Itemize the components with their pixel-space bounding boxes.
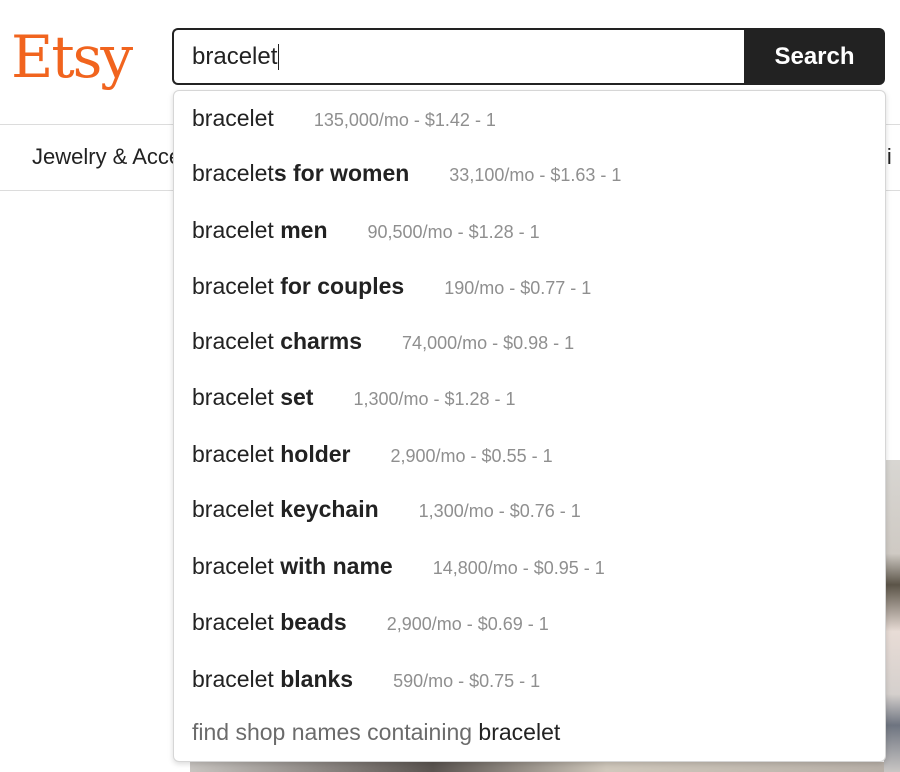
suggestion-term: bracelet [192,105,274,131]
suggestion-stats: 190/mo - $0.77 - 1 [444,278,592,298]
suggestion-item[interactable]: bracelet for couples 190/mo - $0.77 - 1 [192,273,591,300]
suggestion-stats: 1,300/mo - $0.76 - 1 [418,501,581,521]
text-caret [278,43,280,70]
suggestion-term: bracelet blanks [192,666,354,692]
suggestion-stats: 590/mo - $0.75 - 1 [393,671,541,691]
search-suggestions-dropdown: bracelet 135,000/mo - $1.42 - 1 bracelet… [173,90,886,762]
suggestion-term: bracelet keychain [192,496,379,522]
suggestion-item[interactable]: bracelet beads 2,900/mo - $0.69 - 1 [192,609,549,636]
suggestion-stats: 90,500/mo - $1.28 - 1 [367,222,540,242]
suggestion-item[interactable]: bracelet charms 74,000/mo - $0.98 - 1 [192,328,574,355]
shop-names-query: bracelet [478,719,561,745]
suggestion-item[interactable]: bracelets for women 33,100/mo - $1.63 - … [192,160,621,187]
etsy-logo[interactable]: Etsy [11,22,133,92]
suggestion-item[interactable]: bracelet with name 14,800/mo - $0.95 - 1 [192,553,605,580]
suggestion-stats: 2,900/mo - $0.69 - 1 [386,614,549,634]
search-bar: bracelet Search [172,28,885,85]
etsy-page: Etsy bracelet Search Jewelry & Accessori… [0,0,900,772]
suggestion-item[interactable]: bracelet holder 2,900/mo - $0.55 - 1 [192,441,553,468]
search-query-text: bracelet [192,42,278,70]
suggestion-term: bracelets for women [192,160,410,186]
suggestion-stats: 14,800/mo - $0.95 - 1 [432,558,605,578]
suggestion-item[interactable]: bracelet set 1,300/mo - $1.28 - 1 [192,384,516,411]
suggestion-item[interactable]: bracelet keychain 1,300/mo - $0.76 - 1 [192,496,581,523]
hero-image [884,460,900,772]
find-shop-names-link[interactable]: find shop names containing bracelet [192,719,560,746]
suggestion-stats: 1,300/mo - $1.28 - 1 [353,389,516,409]
suggestion-item[interactable]: bracelet men 90,500/mo - $1.28 - 1 [192,217,540,244]
suggestion-term: bracelet set [192,384,314,410]
suggestion-item[interactable]: bracelet 135,000/mo - $1.42 - 1 [192,105,496,132]
suggestion-term: bracelet holder [192,441,351,467]
hero-image-strip [190,762,884,772]
suggestion-stats: 33,100/mo - $1.63 - 1 [449,165,622,185]
suggestion-stats: 135,000/mo - $1.42 - 1 [313,110,496,130]
suggestion-stats: 74,000/mo - $0.98 - 1 [402,333,575,353]
suggestion-stats: 2,900/mo - $0.55 - 1 [390,446,553,466]
suggestion-term: bracelet charms [192,328,363,354]
search-button[interactable]: Search [744,28,885,85]
suggestion-item[interactable]: bracelet blanks 590/mo - $0.75 - 1 [192,666,540,693]
shop-names-label: find shop names containing [192,719,479,745]
suggestion-term: bracelet with name [192,553,393,579]
search-input[interactable]: bracelet [172,28,744,85]
suggestion-term: bracelet for couples [192,273,405,299]
suggestion-term: bracelet men [192,217,328,243]
suggestion-term: bracelet beads [192,609,347,635]
